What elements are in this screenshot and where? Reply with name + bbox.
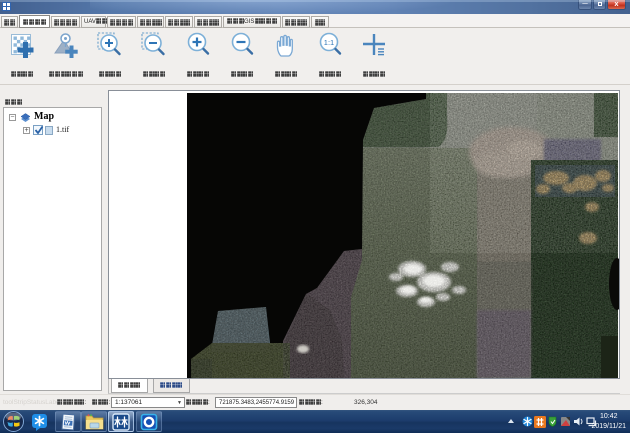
svg-text:1:1: 1:1: [324, 38, 334, 47]
